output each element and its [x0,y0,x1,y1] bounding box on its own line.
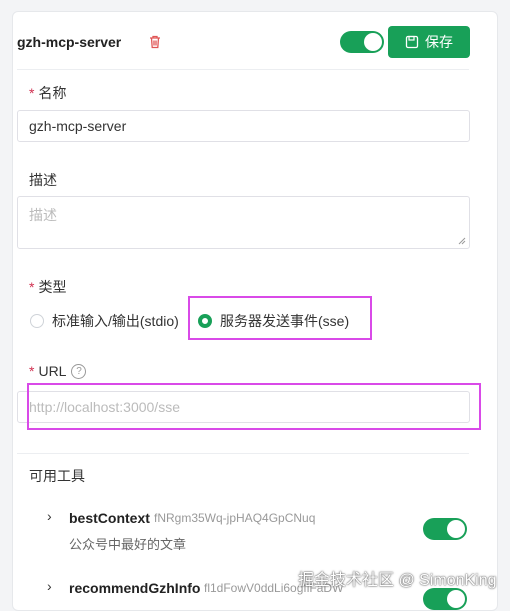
tool-id: fNRgm35Wq-jpHAQ4GpCNuq [154,511,316,525]
name-input-value: gzh-mcp-server [29,118,127,134]
chevron-right-icon[interactable]: › [47,508,52,524]
watermark: 掘金技术社区 @ SimonKing [298,572,497,589]
required-mark: * [29,279,35,295]
help-icon[interactable]: ? [71,363,87,379]
tool-enable-toggle[interactable] [423,518,467,540]
server-title: gzh-mcp-server [17,34,122,50]
url-label: * URL ? [29,363,87,379]
radio-circle [30,314,44,328]
server-enable-toggle[interactable] [340,31,384,53]
tools-divider [17,453,469,454]
save-button[interactable]: 保存 [388,26,470,58]
name-input[interactable]: gzh-mcp-server [17,110,470,142]
required-mark: * [29,363,35,379]
chevron-right-icon[interactable]: › [47,578,52,594]
tool-name[interactable]: bestContext [69,510,150,526]
type-label: * 类型 [29,277,66,297]
desc-label: 描述 [29,172,57,188]
tool-enable-toggle[interactable] [423,588,467,610]
header-divider [17,69,469,70]
url-label-text: URL [38,363,67,379]
name-label: * 名称 [29,83,66,103]
desc-textarea[interactable]: 描述 [17,196,470,249]
name-label-text: 名称 [38,85,67,101]
save-icon [405,35,419,49]
tool-desc: 公众号中最好的文章 [69,537,187,552]
header: gzh-mcp-server 保存 [17,22,477,62]
highlight-box-sse [188,296,372,340]
trash-icon[interactable] [147,34,163,50]
required-mark: * [29,85,35,101]
tool-name[interactable]: recommendGzhInfo [69,580,200,596]
tools-section-label: 可用工具 [29,468,85,484]
type-label-text: 类型 [38,279,67,295]
radio-stdio-label: 标准输入/输出(stdio) [52,313,179,329]
highlight-box-url [27,383,481,430]
save-label: 保存 [425,34,453,50]
radio-stdio[interactable]: 标准输入/输出(stdio) [30,311,179,331]
desc-placeholder: 描述 [29,207,57,223]
resize-handle-icon[interactable] [458,237,466,245]
